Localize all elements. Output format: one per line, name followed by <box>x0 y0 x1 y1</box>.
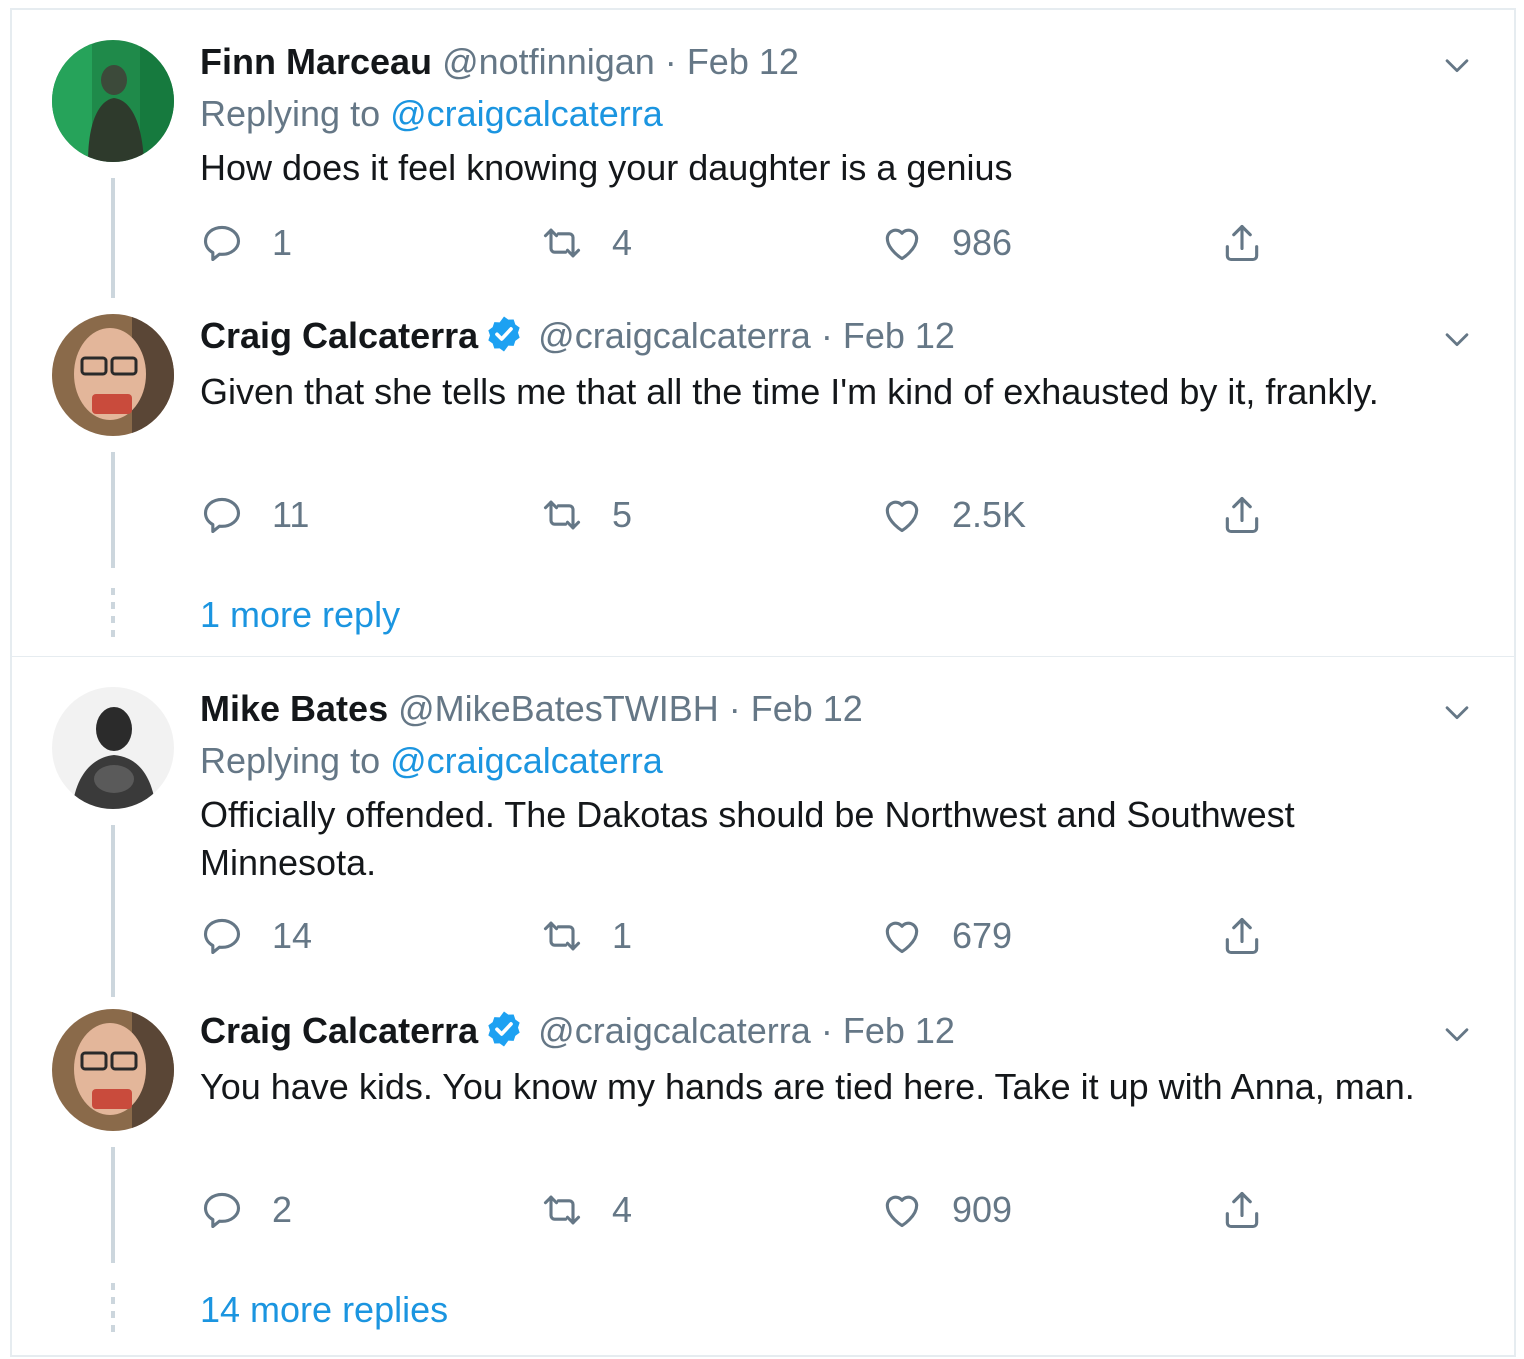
tweet-actions: 1 4 986 <box>200 218 1300 268</box>
reply-count: 2 <box>272 1189 293 1230</box>
thread-line <box>111 825 115 997</box>
replying-to-label: Replying to <box>200 93 381 134</box>
more-replies-link[interactable]: 1 more reply <box>200 594 400 636</box>
reply-count: 11 <box>272 494 310 535</box>
author-handle[interactable]: @craigcalcaterra <box>538 1010 811 1051</box>
heart-icon <box>880 493 924 537</box>
share-icon <box>1220 1188 1264 1232</box>
replying-to-handle[interactable]: @craigcalcaterra <box>390 740 663 781</box>
chevron-down-icon[interactable] <box>1440 695 1474 729</box>
tweet-text: Officially offended. The Dakotas should … <box>200 794 1295 883</box>
tweet-date[interactable]: Feb 12 <box>751 688 863 729</box>
replying-to-handle[interactable]: @craigcalcaterra <box>390 93 663 134</box>
like-count: 909 <box>952 1189 1013 1230</box>
thread-dots <box>111 1283 115 1339</box>
thread-dots <box>111 588 115 644</box>
reply-icon <box>200 1188 244 1232</box>
like-count: 986 <box>952 222 1013 263</box>
retweet-icon <box>540 221 584 265</box>
tweet-text: How does it feel knowing your daughter i… <box>200 147 1013 188</box>
avatar-craig-calcaterra[interactable] <box>52 1009 174 1131</box>
tweet-actions: 14 1 679 <box>200 911 1300 961</box>
author-name[interactable]: Craig Calcaterra <box>200 1010 478 1051</box>
reply-button[interactable]: 11 <box>200 490 309 540</box>
reply-icon <box>200 493 244 537</box>
tweet-actions: 11 5 2.5K <box>200 490 1300 540</box>
share-button[interactable] <box>1220 911 1264 961</box>
tweet-header: Finn Marceau @notfinnigan · Feb 12 <box>200 40 799 84</box>
like-count: 2.5K <box>952 494 1027 535</box>
separator-dot: · <box>820 1010 833 1051</box>
retweet-button[interactable]: 4 <box>540 218 632 268</box>
heart-icon <box>880 914 924 958</box>
verified-badge-icon <box>484 314 524 354</box>
replying-to: Replying to @craigcalcaterra <box>200 739 663 783</box>
tweet-date[interactable]: Feb 12 <box>843 1010 955 1051</box>
author-handle[interactable]: @MikeBatesTWIBH <box>398 688 719 729</box>
share-icon <box>1220 221 1264 265</box>
author-name[interactable]: Craig Calcaterra <box>200 315 478 356</box>
thread-line <box>111 178 115 298</box>
tweet-date[interactable]: Feb 12 <box>687 41 799 82</box>
retweet-count: 1 <box>612 915 633 956</box>
retweet-count: 4 <box>612 1189 633 1230</box>
retweet-icon <box>540 1188 584 1232</box>
chevron-down-icon[interactable] <box>1440 48 1474 82</box>
verified-badge-icon <box>484 1009 524 1049</box>
avatar-craig-calcaterra[interactable] <box>52 314 174 436</box>
author-handle[interactable]: @craigcalcaterra <box>538 315 811 356</box>
like-button[interactable]: 909 <box>880 1185 1012 1235</box>
retweet-button[interactable]: 5 <box>540 490 632 540</box>
more-replies-link[interactable]: 14 more replies <box>200 1289 448 1331</box>
like-count: 679 <box>952 915 1013 956</box>
retweet-count: 5 <box>612 494 633 535</box>
chevron-down-icon[interactable] <box>1440 1017 1474 1051</box>
tweet-date[interactable]: Feb 12 <box>843 315 955 356</box>
retweet-button[interactable]: 1 <box>540 911 632 961</box>
reply-count: 14 <box>272 915 313 956</box>
heart-icon <box>880 221 924 265</box>
heart-icon <box>880 1188 924 1232</box>
retweet-icon <box>540 493 584 537</box>
thread-line <box>111 1147 115 1263</box>
share-icon <box>1220 493 1264 537</box>
separator-dot: · <box>820 315 833 356</box>
reply-icon <box>200 914 244 958</box>
thread-2: Mike Bates @MikeBatesTWIBH · Feb 12 Repl… <box>10 657 1516 1357</box>
avatar-finn-marceau[interactable] <box>52 40 174 162</box>
author-name[interactable]: Mike Bates <box>200 688 388 729</box>
replying-to: Replying to @craigcalcaterra <box>200 92 663 136</box>
retweet-icon <box>540 914 584 958</box>
thread-1: Finn Marceau @notfinnigan · Feb 12 Reply… <box>10 8 1516 658</box>
replying-to-label: Replying to <box>200 740 381 781</box>
like-button[interactable]: 679 <box>880 911 1012 961</box>
avatar-mike-bates[interactable] <box>52 687 174 809</box>
share-button[interactable] <box>1220 218 1264 268</box>
reply-icon <box>200 221 244 265</box>
tweet-text: Given that she tells me that all the tim… <box>200 371 1379 412</box>
share-icon <box>1220 914 1264 958</box>
author-name[interactable]: Finn Marceau <box>200 41 432 82</box>
author-handle[interactable]: @notfinnigan <box>442 41 655 82</box>
tweet-header: Mike Bates @MikeBatesTWIBH · Feb 12 <box>200 687 863 731</box>
retweet-button[interactable]: 4 <box>540 1185 632 1235</box>
tweet-actions: 2 4 909 <box>200 1185 1300 1235</box>
chevron-down-icon[interactable] <box>1440 322 1474 356</box>
share-button[interactable] <box>1220 1185 1264 1235</box>
tweet-text: You have kids. You know my hands are tie… <box>200 1066 1415 1107</box>
tweet-header: Craig Calcaterra @craigcalcaterra · Feb … <box>200 314 955 358</box>
thread-line <box>111 452 115 568</box>
tweet-header: Craig Calcaterra @craigcalcaterra · Feb … <box>200 1009 955 1053</box>
share-button[interactable] <box>1220 490 1264 540</box>
retweet-count: 4 <box>612 222 633 263</box>
separator-dot: · <box>728 688 741 729</box>
like-button[interactable]: 986 <box>880 218 1012 268</box>
reply-button[interactable]: 14 <box>200 911 312 961</box>
like-button[interactable]: 2.5K <box>880 490 1026 540</box>
reply-count: 1 <box>272 222 293 263</box>
reply-button[interactable]: 1 <box>200 218 292 268</box>
separator-dot: · <box>664 41 677 82</box>
reply-button[interactable]: 2 <box>200 1185 292 1235</box>
